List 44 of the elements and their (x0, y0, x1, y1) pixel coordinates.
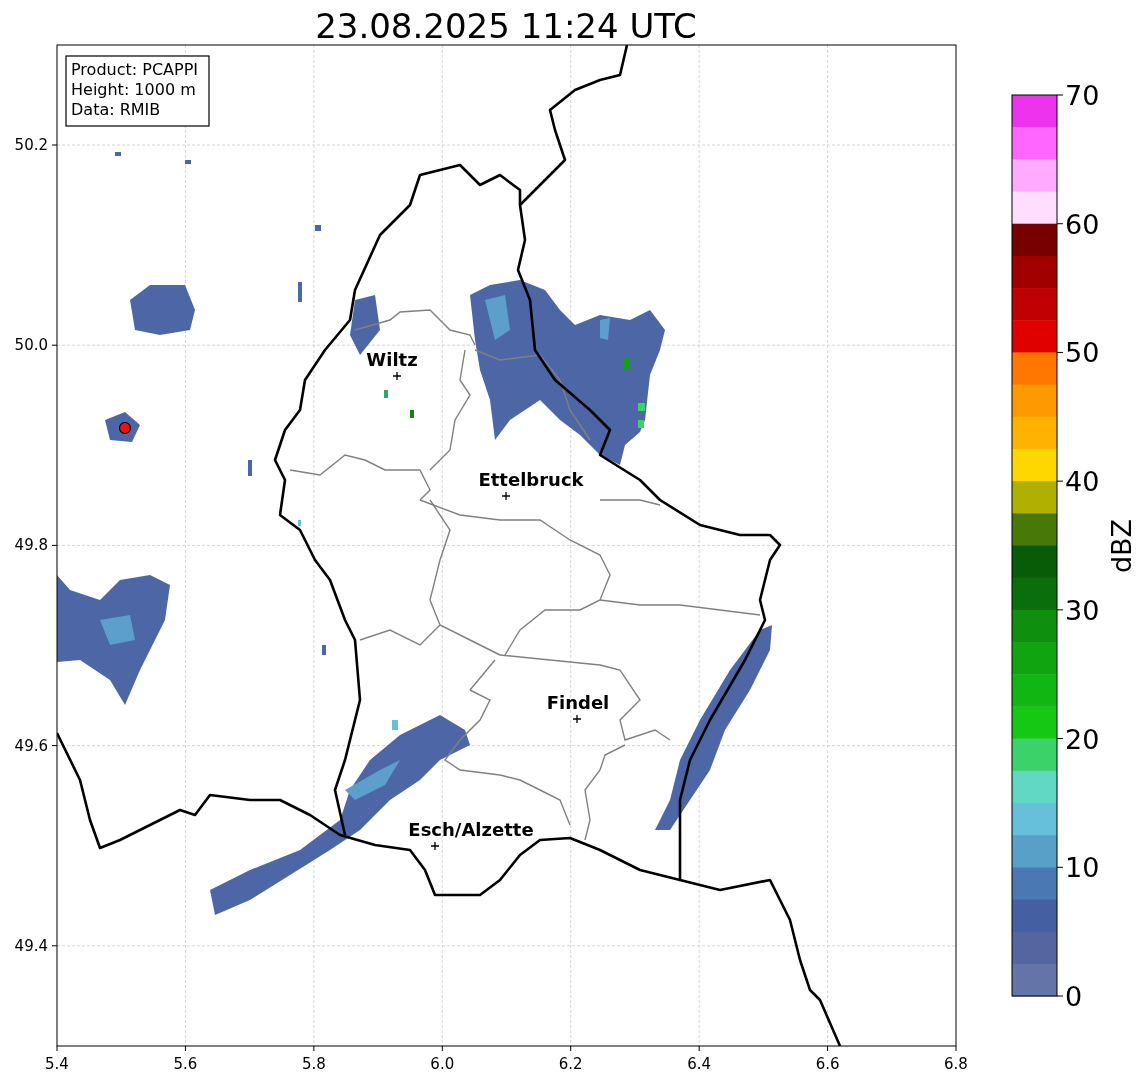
axis-tick-label: 49.6 (14, 736, 48, 755)
place-marker-icon (430, 841, 440, 851)
info-text: Product: PCAPPI (71, 60, 198, 79)
colorbar-tick-label: 0 (1065, 981, 1083, 1012)
place-label: Findel (546, 692, 610, 713)
place-label: Esch/Alzette (408, 819, 534, 840)
place-label: Wiltz (366, 349, 418, 370)
radar-echo (384, 390, 388, 398)
axis-tick-label: 6.4 (687, 1055, 712, 1073)
axis-tick-label: 49.4 (14, 936, 48, 955)
axis-tick-label: 6.0 (430, 1055, 455, 1073)
axis-tick-label: 49.8 (14, 536, 48, 555)
axis-tick-label: 6.2 (558, 1055, 583, 1073)
colorbar-label: dBZ (1106, 518, 1137, 574)
radar-echo (298, 520, 301, 526)
colorbar-tick-label: 40 (1065, 466, 1100, 498)
radar-echo (115, 152, 121, 156)
place-marker-icon (572, 714, 582, 724)
info-text: Data: RMIB (71, 100, 161, 119)
colorbar-tick-label: 30 (1065, 594, 1100, 626)
axis-tick-label: 50.0 (14, 336, 48, 355)
radar-echo (185, 160, 191, 164)
colorbar-tick-label: 60 (1065, 208, 1100, 240)
radar-echo (248, 460, 252, 476)
axis-tick-label: 50.2 (14, 136, 48, 154)
radar-echo (315, 225, 321, 231)
axis-tick-label: 5.8 (301, 1055, 326, 1073)
chart-title: 23.08.2025 11:24 UTC (315, 6, 697, 46)
axis-tick-label: 6.8 (944, 1055, 968, 1073)
axis-tick-label: 6.6 (815, 1055, 840, 1073)
place-marker-icon (392, 371, 402, 381)
colorbar-tick-label: 20 (1065, 723, 1100, 755)
radar-echo (130, 285, 195, 335)
colorbar-tick-label: 10 (1065, 852, 1100, 884)
colorbar-tick-label: 50 (1065, 337, 1100, 369)
radar-echo (298, 282, 302, 302)
info-text: Height: 1000 m (71, 80, 196, 99)
place-marker-icon (501, 491, 511, 501)
axis-tick-label: 5.4 (45, 1055, 69, 1073)
radar-echo (410, 410, 414, 418)
place-label: Ettelbruck (478, 469, 584, 490)
radar-echo (322, 645, 326, 655)
colorbar-tick-label: 70 (1065, 80, 1100, 111)
axis-tick-label: 5.6 (173, 1055, 198, 1073)
